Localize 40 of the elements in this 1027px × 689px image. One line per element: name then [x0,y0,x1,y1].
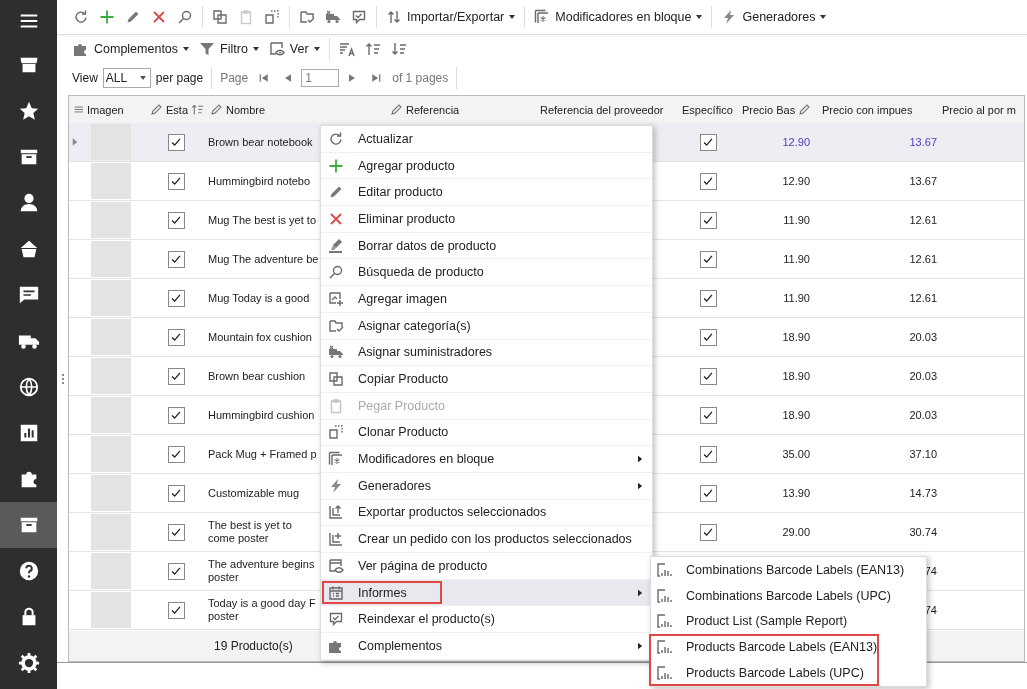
table-cell-text: The best is yet to come poster [208,519,293,545]
table-cell: 35.00 [782,447,810,461]
table-cell: 37.10 [909,447,937,461]
table-cell: Mug Today is a good [208,291,310,305]
per-page-label: per page [154,71,205,85]
table-cell: 29.00 [782,525,810,539]
table-cell: 11.90 [783,252,810,266]
table-cell: 11.90 [783,291,810,305]
table-cell: Brown bear cushion [208,369,306,383]
table-cell: 13.67 [909,174,937,188]
table-cell: 20.03 [909,330,937,344]
table-cell: 12.61 [909,213,937,227]
table-cell: 30.74 [909,525,937,539]
page-label: Page [219,71,250,85]
table-cell: 20.03 [909,369,937,383]
table-cell: 13.67 [909,135,937,149]
table-cell: 12.61 [909,291,937,305]
table-cell: 12.90 [782,174,810,188]
row-count: 19 Producto(s) [214,639,293,653]
table-cell-text: Today is a good day F poster [208,597,317,623]
page-count: of 1 pages [391,71,450,85]
table-cell: 12.90 [782,135,810,149]
table-cell: Mountain fox cushion [208,330,312,344]
table-cell: Customizable mug [208,486,300,500]
table-cell: Brown bear notebook [208,135,313,149]
table-cell: 18.90 [782,330,810,344]
table-cell: 11.90 [783,213,810,227]
table-cell: Pack Mug + Framed p [208,447,317,461]
table-cell: 18.90 [782,369,810,383]
table-cell: 14.73 [909,486,937,500]
table-cell: Mug The best is yet to [208,213,317,227]
table-cell: Mug The adventure be [208,252,319,266]
table-cell: 20.03 [909,408,937,422]
view-label: View [71,71,99,85]
table-cell: 18.90 [782,408,810,422]
table-cell: Hummingbird notebo [208,174,311,188]
table-cell-text: The adventure begins poster [208,558,316,584]
table-cell: Hummingbird cushion [208,408,315,422]
table-cell: 12.61 [909,252,937,266]
table-cell: 13.90 [782,486,810,500]
